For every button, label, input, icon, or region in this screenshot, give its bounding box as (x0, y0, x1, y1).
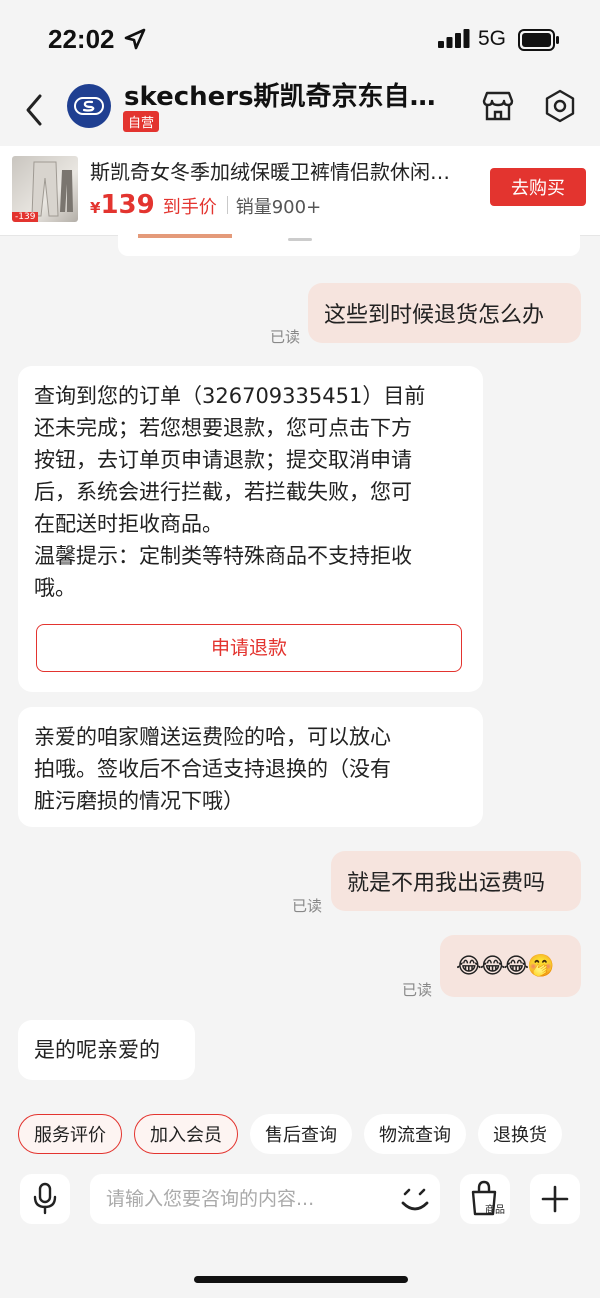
battery-icon (518, 29, 559, 51)
message-text: 就是不用我出运费吗 (347, 871, 546, 896)
outgoing-message[interactable]: 😂😂😂🤭 (440, 935, 581, 997)
price-currency: ¥ (90, 199, 101, 217)
microphone-icon (33, 1182, 57, 1215)
buy-button[interactable]: 去购买 (490, 168, 586, 206)
quick-reply-logistics[interactable]: 物流查询 (364, 1114, 466, 1154)
plus-icon (541, 1185, 569, 1213)
divider (226, 196, 228, 214)
goods-label: 商品 (485, 1205, 505, 1216)
read-receipt: 已读 (292, 897, 323, 915)
product-card[interactable]: -139 斯凯奇女冬季加绒保暖卫裤情侣款休闲运动裤 ¥ 139 到手价 销量90… (0, 146, 600, 236)
emoji-icon[interactable] (398, 1184, 432, 1216)
back-chevron-icon[interactable] (22, 90, 52, 130)
message-line: 拍哦。签收后不合适支持退换的（没有 (34, 757, 391, 781)
more-button[interactable] (530, 1174, 580, 1224)
quick-reply-join-member[interactable]: 加入会员 (134, 1114, 238, 1154)
message-line: 还未完成；若您想要退款，您可点击下方 (34, 416, 412, 440)
outgoing-message[interactable]: 这些到时候退货怎么办 (308, 283, 581, 343)
message-line: 查询到您的订单（326709335451）目前 (34, 384, 426, 408)
signal-icon (438, 29, 470, 48)
message-line: 按钮，去订单页申请退款；提交取消申请 (34, 448, 412, 472)
previous-message-handle (288, 238, 312, 241)
price-label: 到手价 (162, 197, 217, 218)
outgoing-message[interactable]: 就是不用我出运费吗 (331, 851, 581, 911)
message-line: 在配送时拒收商品。 (34, 512, 223, 536)
shop-avatar[interactable] (67, 84, 111, 128)
quick-reply-aftersale[interactable]: 售后查询 (250, 1114, 352, 1154)
incoming-message[interactable]: 是的呢亲爱的 (18, 1020, 195, 1080)
emoji-text: 😂😂😂🤭 (456, 953, 555, 979)
status-bar: 22:02 5G (0, 0, 600, 80)
read-receipt: 已读 (270, 328, 301, 346)
product-price: 139 (100, 190, 155, 220)
message-line: 脏污磨损的情况下哦） (34, 789, 244, 813)
message-line: 哦。 (34, 576, 76, 600)
home-indicator (194, 1276, 408, 1283)
goods-button[interactable]: 商品 (460, 1174, 510, 1224)
status-time: 22:02 (48, 24, 115, 54)
store-icon[interactable] (480, 88, 516, 124)
incoming-message[interactable]: 亲爱的咱家赠送运费险的哈，可以放心 拍哦。签收后不合适支持退换的（没有 脏污磨损… (18, 707, 483, 827)
product-thumbnail[interactable]: -139 (12, 156, 78, 222)
price-row: ¥ 139 到手价 销量900+ (90, 190, 321, 220)
product-title[interactable]: 斯凯奇女冬季加绒保暖卫裤情侣款休闲运动裤 (90, 156, 458, 185)
quick-reply-bar: 服务评价 加入会员 售后查询 物流查询 退换货 (18, 1114, 562, 1154)
thumbnail-price-tag: -139 (12, 212, 39, 222)
quick-reply-return[interactable]: 退换货 (478, 1114, 562, 1154)
message-line: 温馨提示：定制类等特殊商品不支持拒收 (34, 544, 412, 568)
message-text: 这些到时候退货怎么办 (324, 303, 545, 328)
read-receipt: 已读 (402, 981, 433, 999)
message-line: 是的呢亲爱的 (34, 1038, 160, 1062)
self-operated-badge: 自营 (123, 111, 160, 132)
brand-logo-icon (74, 97, 104, 115)
location-arrow-icon (124, 28, 146, 50)
shop-name[interactable]: skechers斯凯奇京东自营旗舰店 (124, 76, 444, 113)
apply-refund-button[interactable]: 申请退款 (36, 624, 462, 672)
input-bar: 商品 (0, 1170, 600, 1230)
message-line: 后，系统会进行拦截，若拦截失败，您可 (34, 480, 412, 504)
network-type: 5G (478, 27, 507, 50)
previous-message-bubble (118, 226, 580, 256)
chat-header: skechers斯凯奇京东自营旗舰店 自营 (0, 72, 600, 146)
shopping-bag-icon (471, 1180, 497, 1216)
incoming-message[interactable]: 查询到您的订单（326709335451）目前 还未完成；若您想要退款，您可点击… (18, 366, 483, 692)
quick-reply-service-rating[interactable]: 服务评价 (18, 1114, 122, 1154)
message-line: 亲爱的咱家赠送运费险的哈，可以放心 (34, 725, 391, 749)
sales-count: 销量900+ (235, 197, 322, 218)
hexagon-settings-icon[interactable] (542, 88, 578, 124)
voice-button[interactable] (20, 1174, 70, 1224)
message-input[interactable] (90, 1174, 440, 1224)
previous-message-image (138, 234, 232, 238)
